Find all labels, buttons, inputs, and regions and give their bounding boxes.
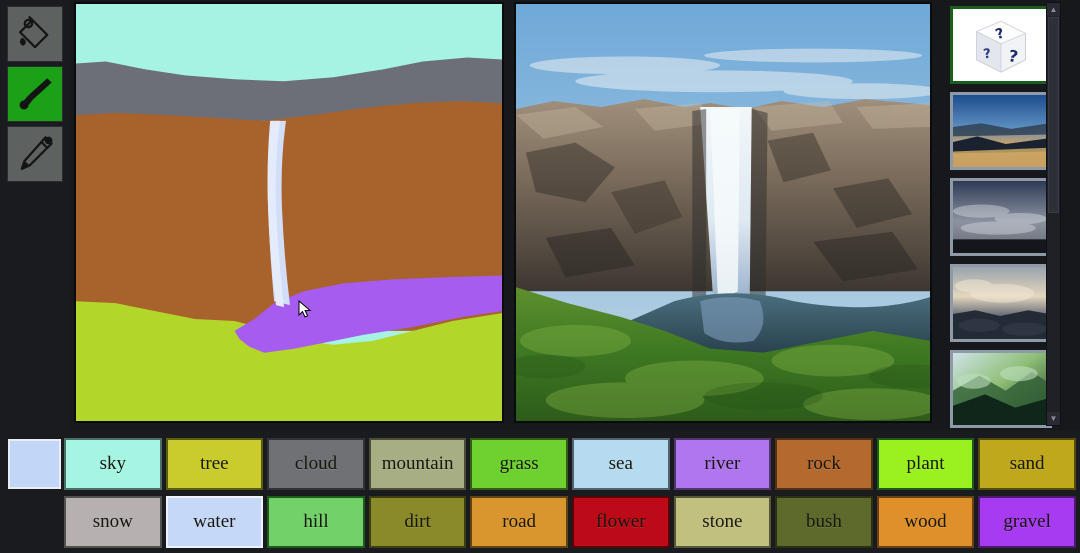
- palette-swatch-hill[interactable]: hill: [267, 496, 365, 548]
- palette-swatch-label: dirt: [404, 511, 431, 532]
- thumb-random[interactable]: ? ? ?: [950, 6, 1052, 84]
- left-toolbar: [0, 0, 70, 430]
- thumbnail-image-4: [953, 353, 1049, 425]
- palette-swatch-label: plant: [906, 453, 945, 474]
- palette-swatch-rock[interactable]: rock: [775, 438, 873, 490]
- thumb-style-4[interactable]: [950, 350, 1052, 428]
- palette-swatch-sky[interactable]: sky: [64, 438, 162, 490]
- palette-swatch-road[interactable]: road: [470, 496, 568, 548]
- palette-swatch-bush[interactable]: bush: [775, 496, 873, 548]
- palette-swatch-label: sea: [608, 453, 633, 474]
- palette-swatch-label: grass: [499, 453, 539, 474]
- palette-swatch-label: water: [193, 511, 236, 532]
- palette-swatch-label: road: [502, 511, 537, 532]
- paint-bucket-icon: [18, 15, 49, 49]
- palette-swatch-snow[interactable]: snow: [64, 496, 162, 548]
- palette-swatch-water[interactable]: water: [165, 496, 264, 548]
- palette-swatch-dirt[interactable]: dirt: [368, 496, 467, 548]
- palette-swatch-label: flower: [595, 511, 646, 532]
- palette-swatch-cloud[interactable]: cloud: [267, 438, 365, 490]
- palette-swatch-label: hill: [303, 511, 329, 532]
- thumb-style-2[interactable]: [950, 178, 1052, 256]
- fill-bucket-tool[interactable]: [7, 6, 63, 62]
- scrollbar-thumb[interactable]: [1048, 17, 1059, 213]
- palette-swatch-label: tree: [200, 453, 229, 474]
- segmentation-canvas[interactable]: [74, 2, 504, 423]
- palette-swatch-label: sky: [99, 453, 126, 474]
- thumbnail-image-1: [953, 95, 1049, 167]
- palette-swatch-tree[interactable]: tree: [165, 438, 264, 490]
- palette-swatch-label: river: [704, 453, 741, 474]
- thumbnail-image-3: [953, 267, 1049, 339]
- palette-swatch-sea[interactable]: sea: [571, 438, 670, 490]
- palette-swatch-stone[interactable]: stone: [673, 496, 772, 548]
- palette-swatch-label: gravel: [1003, 511, 1051, 532]
- palette-swatch-label: mountain: [381, 453, 454, 474]
- scroll-down-arrow-icon[interactable]: ▼: [1047, 412, 1060, 425]
- app-window: ? ? ? ▲ ▼ sky tree cloud mountain grass …: [0, 0, 1080, 553]
- palette-swatch-plant[interactable]: plant: [876, 438, 975, 490]
- pencil-icon: [20, 136, 53, 171]
- palette-swatch-label: sand: [1009, 453, 1045, 474]
- scroll-up-arrow-icon[interactable]: ▲: [1047, 3, 1060, 16]
- palette-swatch-mountain[interactable]: mountain: [368, 438, 467, 490]
- paintbrush-icon: [19, 78, 52, 110]
- palette-swatch-label: rock: [807, 453, 841, 474]
- generated-image-artwork: [516, 4, 930, 421]
- palette-swatch-label: wood: [904, 511, 947, 532]
- palette-swatch-grass[interactable]: grass: [470, 438, 568, 490]
- pencil-tool[interactable]: [7, 126, 63, 182]
- palette-swatch-sand[interactable]: sand: [978, 438, 1076, 490]
- segmentation-artwork: [76, 4, 502, 421]
- palette-row-1: sky tree cloud mountain grass sea river rock pla…: [64, 438, 1076, 490]
- palette-swatch-label: cloud: [294, 453, 338, 474]
- thumb-style-3[interactable]: [950, 264, 1052, 342]
- palette-swatch-label: bush: [806, 511, 842, 532]
- palette-swatch-river[interactable]: river: [673, 438, 772, 490]
- thumbnail-image-2: [953, 181, 1049, 253]
- question-dice-icon: ? ? ?: [953, 9, 1049, 81]
- palette-row-2: snow water hill dirt road flower stone bush wood…: [64, 496, 1076, 548]
- generated-image-canvas[interactable]: [514, 2, 932, 423]
- palette-swatch-label: stone: [702, 511, 743, 532]
- palette-swatch-label: snow: [92, 511, 133, 532]
- thumb-style-1[interactable]: [950, 92, 1052, 170]
- palette-swatch-gravel[interactable]: gravel: [978, 496, 1076, 548]
- thumbnail-scrollbar[interactable]: ▲ ▼: [1046, 2, 1061, 426]
- palette-swatch-wood[interactable]: wood: [876, 496, 975, 548]
- brush-tool[interactable]: [7, 66, 63, 122]
- current-color-indicator[interactable]: [8, 439, 61, 489]
- label-palette: sky tree cloud mountain grass sea river rock pla…: [0, 430, 1080, 553]
- palette-swatch-flower[interactable]: flower: [571, 496, 670, 548]
